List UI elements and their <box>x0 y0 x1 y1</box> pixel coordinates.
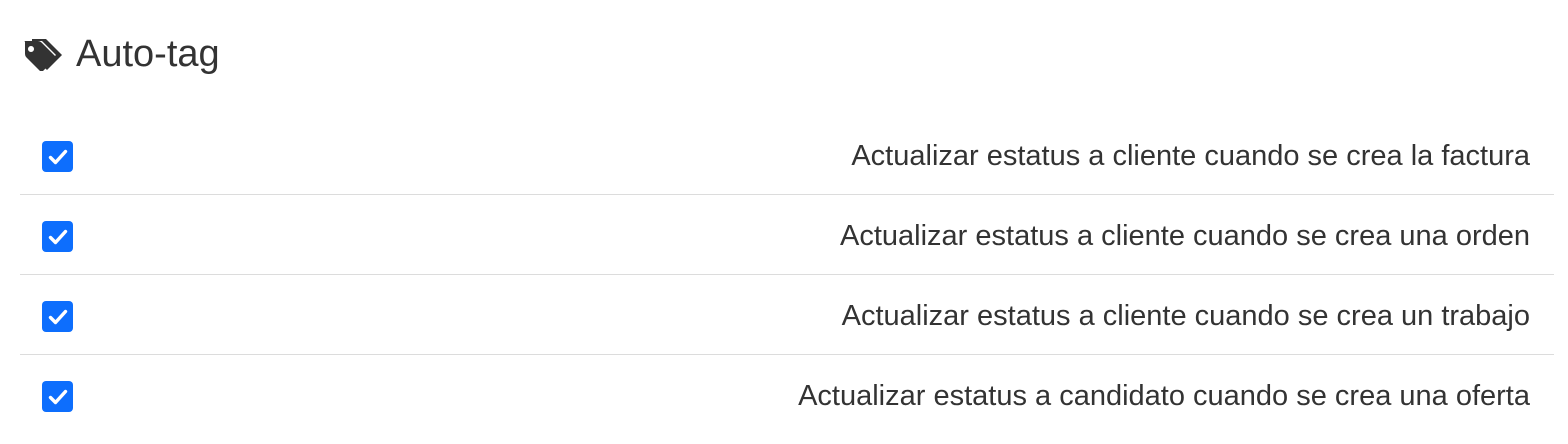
rule-row: Actualizar estatus a candidato cuando se… <box>20 355 1554 435</box>
section-title: Auto-tag <box>76 32 220 75</box>
rule-label: Actualizar estatus a cliente cuando se c… <box>841 300 1530 332</box>
rule-row: Actualizar estatus a cliente cuando se c… <box>20 275 1554 355</box>
checkmark-icon <box>48 229 67 244</box>
auto-tag-panel: Auto-tag Actualizar estatus a cliente cu… <box>0 0 1568 444</box>
rule-checkbox[interactable] <box>42 141 73 172</box>
section-header: Auto-tag <box>22 30 220 78</box>
rule-checkbox[interactable] <box>42 301 73 332</box>
tags-icon <box>22 37 64 72</box>
checkmark-icon <box>48 149 67 164</box>
rule-label: Actualizar estatus a cliente cuando se c… <box>840 220 1530 252</box>
auto-tag-rules-list: Actualizar estatus a cliente cuando se c… <box>20 115 1554 435</box>
rule-label: Actualizar estatus a candidato cuando se… <box>798 380 1530 412</box>
rule-row: Actualizar estatus a cliente cuando se c… <box>20 115 1554 195</box>
checkmark-icon <box>48 309 67 324</box>
checkmark-icon <box>48 389 67 404</box>
rule-checkbox[interactable] <box>42 221 73 252</box>
rule-label: Actualizar estatus a cliente cuando se c… <box>851 140 1530 172</box>
rule-checkbox[interactable] <box>42 381 73 412</box>
rule-row: Actualizar estatus a cliente cuando se c… <box>20 195 1554 275</box>
